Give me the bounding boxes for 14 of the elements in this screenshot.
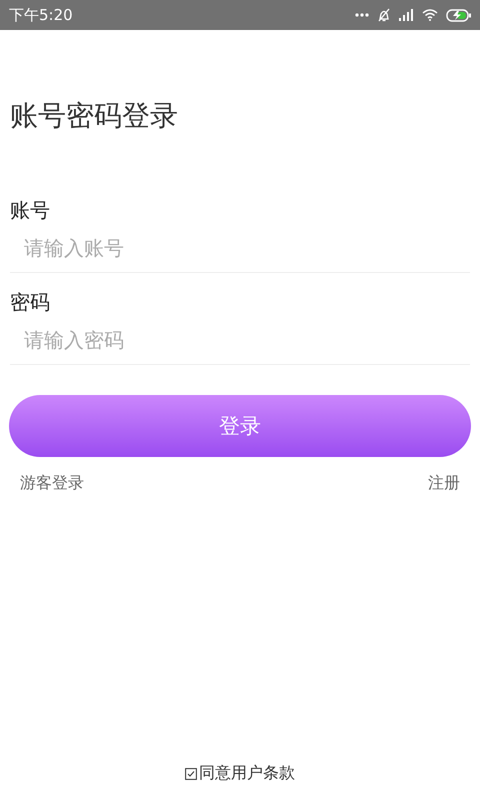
checkbox[interactable] [185,768,197,780]
field-label: 账号 [10,197,51,224]
muted-bell-icon [377,8,391,22]
more-dots-icon [355,13,369,17]
guest-login-link[interactable]: 游客登录 [20,473,84,494]
terms-agreement-text: 同意用户条款 [199,763,295,784]
battery-charging-icon [446,8,472,22]
field-label: 密码 [10,289,51,316]
wifi-icon [422,9,438,21]
clock-time: 下午5:20 [9,6,73,24]
login-button[interactable]: 登录 [9,395,471,457]
page-title: 账号密码登录 [10,98,179,134]
signal-icon [399,9,414,21]
register-link[interactable]: 注册 [428,473,460,494]
